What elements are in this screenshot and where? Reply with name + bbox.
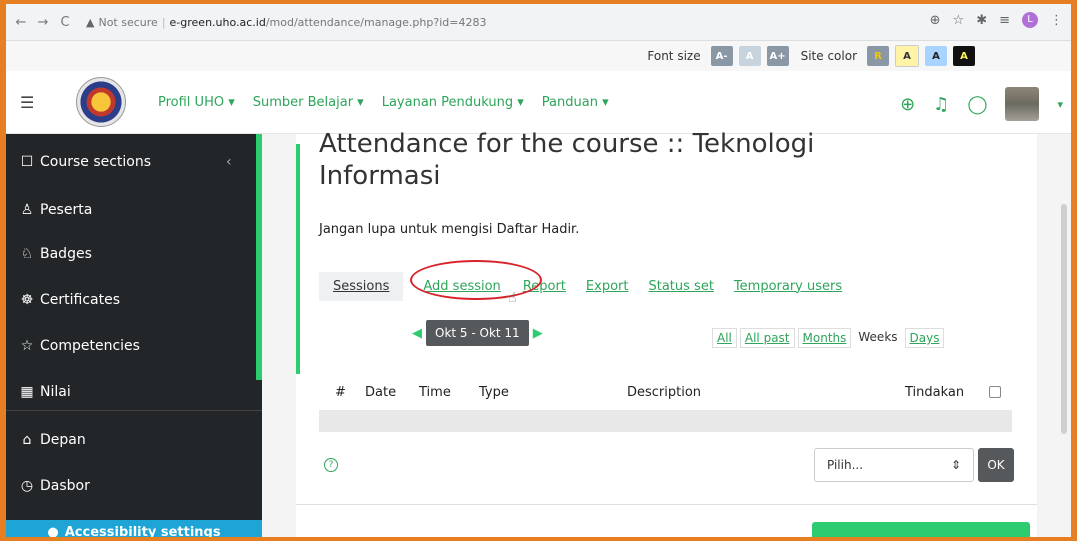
select-arrow-icon: ⇕ [950,458,961,472]
col-date: Date [365,384,397,400]
tab-export[interactable]: Export [586,279,629,294]
font-default-button[interactable]: A [738,46,761,66]
star-icon: ☆ [20,338,34,354]
sidebar-item-dasbor[interactable]: ◷ Dasbor [18,478,90,494]
col-tindakan: Tindakan [905,384,965,400]
font-increase-button[interactable]: A+ [766,46,789,66]
main-menu: Profil UHO ▾ Sumber Belajar ▾ Layanan Pe… [158,95,609,110]
col-description: Description [627,384,702,400]
menu-panduan[interactable]: Panduan ▾ [542,95,609,110]
certificate-icon: ☸ [20,292,34,308]
view-all[interactable]: All [712,328,737,348]
address-bar[interactable]: e-green.uho.ac.id/mod/attendance/manage.… [170,16,487,29]
accessibility-settings-button[interactable]: ● Accessibility settings [6,520,262,537]
color-black-button[interactable]: A [953,46,975,66]
chevron-down-icon[interactable]: ▾ [1057,98,1063,111]
dashboard-icon: ◷ [20,478,34,494]
font-size-label: Font size [647,49,701,63]
help-icon[interactable]: ? [324,458,338,472]
sidebar-item-course-sections[interactable]: ☐ Course sections [18,154,151,170]
site-color-label: Site color [800,49,857,63]
not-secure-label: Not secure [98,15,158,29]
badge-icon: ♘ [20,246,34,262]
university-logo[interactable] [76,77,126,127]
font-decrease-button[interactable]: A- [710,46,733,66]
sidebar-item-badges[interactable]: ♘ Badges [18,246,92,262]
browser-actions: ⊕ ☆ ✱ ≡ L ⋮ [930,12,1063,28]
card-divider [296,504,1037,505]
view-filters: All All past Months Weeks Days [712,328,945,348]
card-accent [296,144,300,374]
reload-icon[interactable]: C [58,15,72,30]
forward-icon[interactable]: → [36,15,50,30]
warning-icon: ▲ [86,15,95,29]
course-sidebar: ☐ Course sections ‹ ♙ Peserta ♘ Badges ☸… [6,134,262,537]
browser-frame: ← → C ▲ Not secure | e-green.uho.ac.id/m… [6,4,1071,537]
accessibility-strip: Font size A- A A+ Site color R A A A [6,41,1071,71]
star-icon[interactable]: ☆ [953,13,965,28]
empty-row [319,410,1012,432]
tab-sessions[interactable]: Sessions [319,271,404,301]
next-week-icon[interactable]: ▶ [533,326,543,341]
globe-icon[interactable]: ⊕ [900,94,915,115]
menu-layanan-pendukung[interactable]: Layanan Pendukung ▾ [382,95,524,110]
page-scrollbar[interactable] [1061,204,1067,434]
col-time: Time [419,384,451,400]
view-weeks: Weeks [854,328,902,348]
sidebar-item-peserta[interactable]: ♙ Peserta [18,202,93,218]
page-title: Attendance for the course :: Teknologi I… [319,129,815,191]
profile-icon[interactable]: L [1022,12,1038,28]
col-type: Type [479,384,509,400]
sessions-table-header: # Date Time Type Description Tindakan [319,378,1012,406]
ok-button[interactable]: OK [978,448,1014,482]
table-icon: ▦ [20,384,34,400]
view-months[interactable]: Months [797,328,852,348]
navbar-actions: ⊕ ♫ ◯ ▾ [900,87,1063,121]
accessibility-icon: ● [47,524,59,538]
sidebar-item-competencies[interactable]: ☆ Competencies [18,338,140,354]
view-all-past[interactable]: All past [739,328,795,348]
collapse-icon[interactable]: ‹ [226,154,232,170]
menu-sumber-belajar[interactable]: Sumber Belajar ▾ [253,95,364,110]
extensions-icon[interactable]: ✱ [976,13,987,28]
sidebar-item-nilai[interactable]: ▦ Nilai [18,384,70,400]
bell-icon[interactable]: ♫ [933,94,949,115]
menu-toggle-icon[interactable]: ☰ [20,93,40,112]
sidebar-item-certificates[interactable]: ☸ Certificates [18,292,120,308]
chat-icon[interactable]: ◯ [967,94,987,115]
page-description: Jangan lupa untuk mengisi Daftar Hadir. [319,222,580,237]
update-button[interactable] [812,522,1030,537]
more-icon[interactable]: ⋮ [1050,13,1063,28]
reading-list-icon[interactable]: ≡ [999,13,1010,28]
back-icon[interactable]: ← [14,15,28,30]
prev-week-icon[interactable]: ◀ [412,326,422,341]
col-number: # [335,384,346,400]
folder-icon: ☐ [20,154,34,170]
site-navbar: ☰ Profil UHO ▾ Sumber Belajar ▾ Layanan … [6,71,1071,134]
action-select[interactable]: Pilih... ⇕ [814,448,974,482]
menu-profil-uho[interactable]: Profil UHO ▾ [158,95,235,110]
sidebar-item-depan[interactable]: ⌂ Depan [18,432,86,448]
select-all-checkbox[interactable] [989,386,1001,398]
tab-temporary-users[interactable]: Temporary users [734,279,842,294]
main-content: Attendance for the course :: Teknologi I… [262,129,1071,537]
date-pager: ◀ Okt 5 - Okt 11 ▶ [412,320,543,346]
avatar[interactable] [1005,87,1040,121]
cursor-icon: ☝ [508,290,517,306]
date-range-label[interactable]: Okt 5 - Okt 11 [426,320,529,346]
color-blue-button[interactable]: A [925,46,947,66]
zoom-icon[interactable]: ⊕ [930,13,941,28]
home-icon: ⌂ [22,432,32,448]
browser-toolbar: ← → C ▲ Not secure | e-green.uho.ac.id/m… [6,4,1071,41]
users-icon: ♙ [20,202,34,218]
color-yellow-button[interactable]: A [895,45,919,67]
view-days[interactable]: Days [904,328,945,348]
highlight-circle [410,260,542,300]
sidebar-divider [6,410,262,411]
tab-status-set[interactable]: Status set [648,279,713,294]
color-reset-button[interactable]: R [867,46,889,66]
